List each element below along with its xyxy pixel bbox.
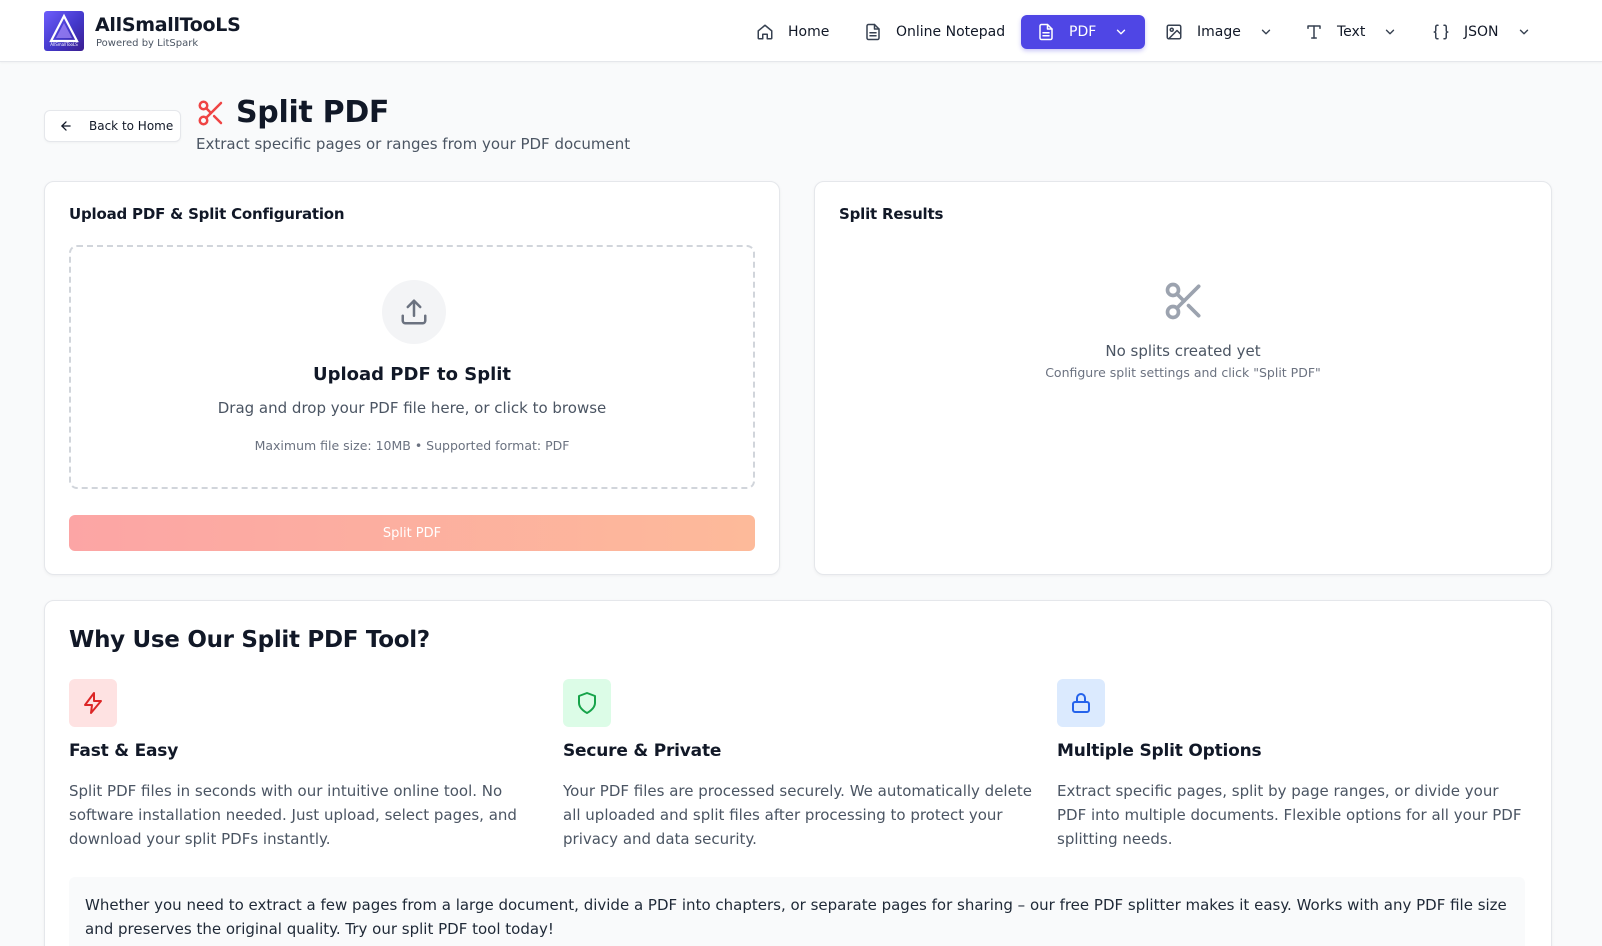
arrow-left-icon: [61, 121, 71, 131]
braces-icon: [1433, 24, 1449, 40]
nav-text-dropdown[interactable]: Text: [1305, 15, 1397, 49]
chevron-down-icon: [1117, 29, 1126, 35]
chevron-down-icon: [1261, 29, 1271, 35]
scissors-icon: [1165, 282, 1201, 320]
feature-icon-box: [1057, 679, 1105, 727]
upload-icon-circle: [382, 280, 446, 344]
why-section-title: Why Use Our Split PDF Tool?: [69, 627, 430, 653]
document-icon: [866, 23, 880, 41]
upload-title: Upload PDF to Split: [312, 364, 512, 385]
home-icon: [757, 24, 773, 40]
empty-state-title: No splits created yet: [1105, 342, 1261, 360]
feature-description: Extract specific pages, split by page ra…: [1057, 782, 1522, 848]
brand-logo[interactable]: AllSmallTooLS: [44, 11, 84, 51]
page-subtitle: Extract specific pages or ranges from yo…: [196, 135, 631, 153]
page-title: Split PDF: [236, 95, 390, 130]
back-to-home-label: Back to Home: [89, 119, 174, 133]
nav-pdf-dropdown[interactable]: PDF: [1021, 15, 1145, 49]
top-navbar: AllSmallTooLS AllSmallTooLS Powered by L…: [0, 0, 1602, 62]
split-pdf-button[interactable]: Split PDF: [69, 515, 755, 551]
shield-icon: [578, 692, 596, 714]
feature-secure-private: Secure & Private Your PDF files are proc…: [563, 679, 1033, 848]
nav-home[interactable]: Home: [756, 15, 829, 49]
pdf-dropzone[interactable]: Upload PDF to Split Drag and drop your P…: [69, 245, 755, 489]
nav-home-label: Home: [788, 24, 830, 40]
upload-description: Drag and drop your PDF file here, or cli…: [217, 399, 607, 417]
feature-icon-box: [563, 679, 611, 727]
nav-image-dropdown[interactable]: Image: [1165, 15, 1273, 49]
brand-name[interactable]: AllSmallTooLS: [95, 14, 241, 36]
chevron-down-icon: [1519, 29, 1528, 35]
nav-json-label: JSON: [1464, 24, 1499, 40]
upload-icon: [401, 299, 427, 325]
nav-online-notepad-label: Online Notepad: [896, 24, 1006, 40]
nav-image-label: Image: [1197, 24, 1241, 40]
feature-multiple-split-options: Multiple Split Options Extract specific …: [1057, 679, 1527, 848]
upload-limits: Maximum file size: 10MB • Supported form…: [254, 438, 570, 453]
feature-icon-box: [69, 679, 117, 727]
split-pdf-info-note: Whether you need to extract a few pages …: [69, 877, 1525, 946]
split-results-card: Split Results No splits created yet Conf…: [814, 181, 1552, 575]
feature-description: Your PDF files are processed securely. W…: [563, 782, 1032, 848]
upload-card-title: Upload PDF & Split Configuration: [69, 205, 345, 223]
lightning-icon: [84, 692, 102, 714]
nav-pdf-label: PDF: [1069, 24, 1097, 40]
feature-description: Split PDF files in seconds with our intu…: [69, 782, 517, 848]
upload-config-card: Upload PDF & Split Configuration Upload …: [44, 181, 780, 575]
results-card-title: Split Results: [839, 205, 944, 223]
empty-state-subtitle: Configure split settings and click "Spli…: [1045, 365, 1321, 380]
nav-text-label: Text: [1337, 24, 1366, 40]
feature-title: Fast & Easy: [69, 741, 179, 761]
scissors-icon: [198, 100, 223, 126]
text-type-icon: [1307, 25, 1321, 39]
chevron-down-icon: [1386, 29, 1395, 35]
nav-json-dropdown[interactable]: JSON: [1432, 15, 1531, 49]
why-use-section: Why Use Our Split PDF Tool? Fast & Easy …: [44, 600, 1552, 946]
logo-mark-text: AllSmallTooLS: [50, 42, 78, 47]
pdf-document-icon: [1039, 23, 1053, 41]
lock-icon: [1072, 693, 1090, 713]
feature-title: Secure & Private: [563, 741, 722, 761]
back-to-home-button[interactable]: Back to Home: [44, 110, 181, 142]
brand-tagline: Powered by LitSpark: [96, 38, 199, 49]
image-icon: [1166, 24, 1182, 40]
feature-fast-easy: Fast & Easy Split PDF files in seconds w…: [69, 679, 539, 848]
nav-online-notepad[interactable]: Online Notepad: [864, 15, 1005, 49]
feature-title: Multiple Split Options: [1057, 741, 1262, 761]
